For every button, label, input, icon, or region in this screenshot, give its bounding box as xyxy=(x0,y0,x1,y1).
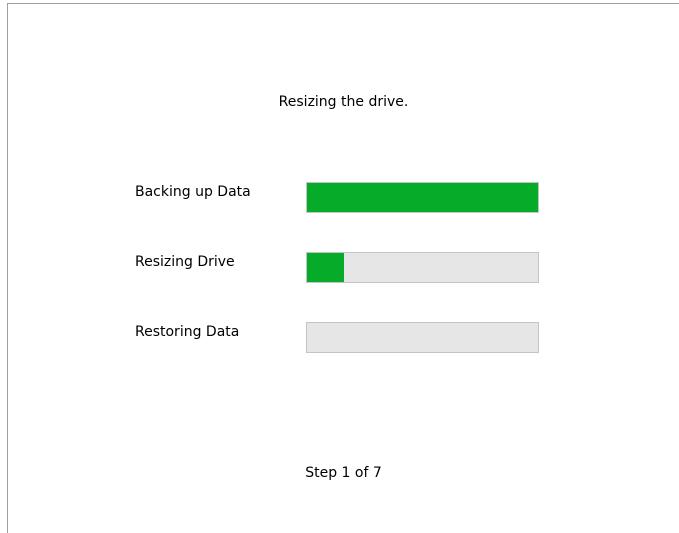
progress-bar-backup xyxy=(306,182,539,213)
progress-bar-restore xyxy=(306,322,539,353)
progress-dialog: Resizing the drive. Backing up Data Resi… xyxy=(7,3,679,533)
progress-fill-resize xyxy=(307,253,344,282)
progress-bar-resize xyxy=(306,252,539,283)
progress-fill-backup xyxy=(307,183,538,212)
dialog-heading: Resizing the drive. xyxy=(278,94,409,110)
step-indicator: Step 1 of 7 xyxy=(305,465,382,481)
task-label-resize: Resizing Drive xyxy=(135,254,235,270)
task-label-backup: Backing up Data xyxy=(135,184,251,200)
task-label-restore: Restoring Data xyxy=(135,324,240,340)
